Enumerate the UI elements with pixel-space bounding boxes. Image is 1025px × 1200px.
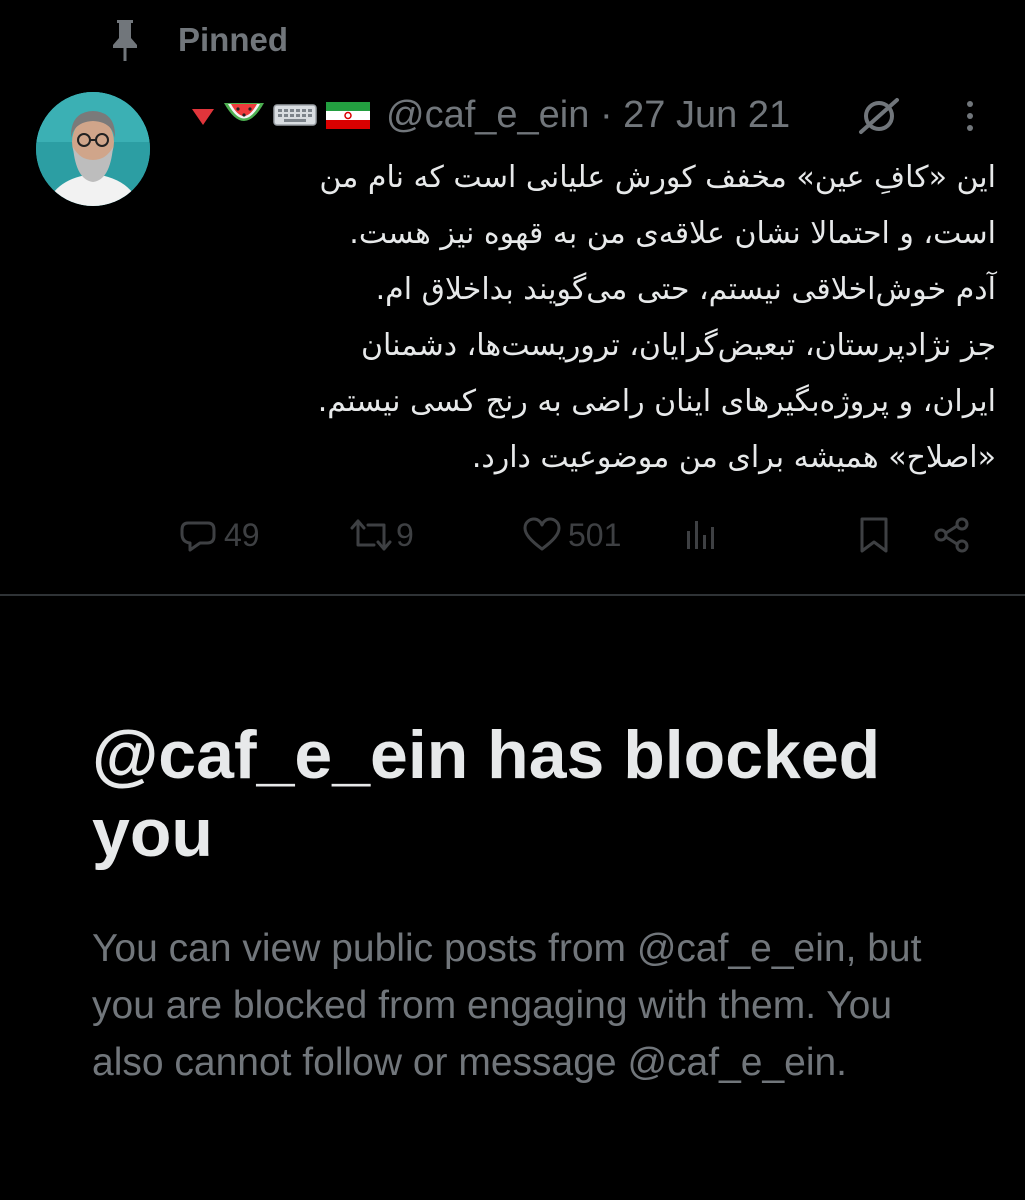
- watermelon-icon: [224, 103, 264, 121]
- tweet-actions: 49 9 501: [178, 510, 978, 560]
- more-options-icon[interactable]: [960, 96, 980, 136]
- share-icon: [934, 517, 969, 553]
- author-handle-date[interactable]: @caf_e_ein · 27 Jun 21: [386, 94, 790, 137]
- separator-dot: ·: [599, 93, 613, 136]
- views-button[interactable]: [684, 510, 720, 560]
- repost-count: 9: [396, 516, 414, 553]
- avatar[interactable]: [36, 92, 150, 206]
- profile-photo: [36, 92, 150, 206]
- reply-icon: [180, 521, 216, 552]
- blocked-title: @caf_e_ein has blocked you: [92, 717, 881, 871]
- views-icon: [687, 521, 714, 549]
- reply-count: 49: [224, 516, 260, 553]
- keyboard-icon: [273, 104, 317, 126]
- like-count: 501: [568, 516, 622, 553]
- pinned-label: Pinned: [178, 21, 289, 58]
- repost-button[interactable]: 9: [348, 510, 414, 560]
- share-button[interactable]: [932, 510, 972, 560]
- tweet-text: این «کافِ عین» مخفف کورش علیانی است که ن…: [317, 160, 996, 475]
- bookmark-button[interactable]: [856, 510, 892, 560]
- divider: [0, 594, 1025, 596]
- repost-icon: [350, 519, 392, 551]
- pinned-indicator: Pinned: [108, 18, 288, 62]
- grok-icon[interactable]: [855, 96, 903, 136]
- reply-button[interactable]: 49: [178, 510, 260, 560]
- blocked-description: You can view public posts from @caf_e_ei…: [92, 927, 922, 1084]
- iran-flag-icon: [326, 102, 370, 129]
- author-handle[interactable]: @caf_e_ein: [386, 94, 589, 136]
- like-button[interactable]: 501: [522, 510, 621, 560]
- red-triangle-icon: [192, 109, 214, 125]
- pin-icon: [113, 20, 137, 61]
- tweet-date[interactable]: 27 Jun 21: [623, 94, 790, 136]
- heart-icon: [523, 517, 561, 551]
- bookmark-icon: [860, 517, 888, 553]
